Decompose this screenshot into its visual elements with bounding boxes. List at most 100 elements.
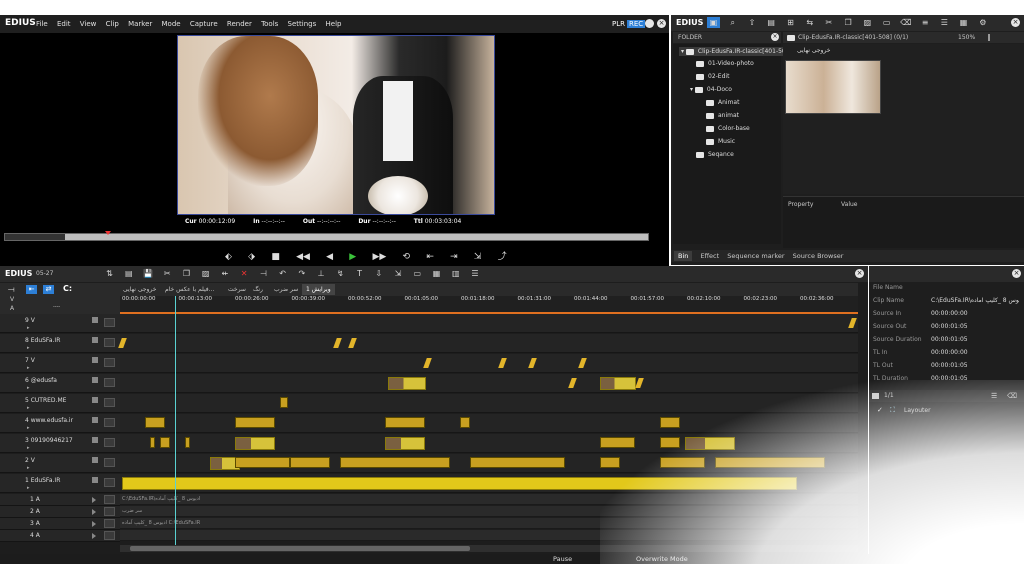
insert-mode-icon[interactable]: ⇤ [26,285,37,294]
split-icon[interactable]: ⊣ [257,268,270,279]
track-sync-icon[interactable] [104,418,115,427]
zoom-level[interactable]: 150% [958,34,975,41]
mixer-icon[interactable]: ⊥ [315,268,328,279]
track-header[interactable]: 3 09190946217 ▸ [0,434,120,453]
audio-clip-label[interactable]: ادیوس 8 _کلیپ آماده C:\EduSFa.IR [122,520,200,526]
scrollbar-thumb[interactable] [130,546,470,551]
track-visibility-icon[interactable] [92,497,96,503]
check-icon[interactable]: ✓ [877,406,883,414]
track-expand-icon[interactable]: ▸ [27,425,30,431]
track-visibility-icon[interactable] [92,477,98,483]
timeline-clip[interactable] [600,457,620,468]
play-icon[interactable]: ▶ [349,252,356,262]
folder-close-icon[interactable]: × [771,33,779,41]
timeline-clip[interactable] [660,457,705,468]
track-visibility-icon[interactable] [92,457,98,463]
timeline-clip[interactable] [460,417,470,428]
menu-capture[interactable]: Capture [190,20,218,28]
timeline-clip[interactable] [235,417,275,428]
audio-track-header[interactable]: 4 A [0,530,120,542]
track-sync-icon[interactable] [104,438,115,447]
timeline-clip[interactable] [122,477,797,490]
track-expand-icon[interactable]: ▸ [27,325,30,331]
copy-icon[interactable]: ❐ [180,268,193,279]
menu-help[interactable]: Help [326,20,342,28]
close-icon[interactable]: × [657,19,666,28]
track-sync-icon[interactable] [104,507,115,516]
replace-icon[interactable]: ⇆ [803,17,816,28]
timeline-clip[interactable] [385,417,425,428]
track-sync-icon[interactable] [104,519,115,528]
undo-icon[interactable]: ↶ [276,268,289,279]
timeline-clip[interactable] [160,437,170,448]
effect-item[interactable]: ✓ ⛶ Layouter [869,404,1024,416]
audio-track-header[interactable]: 1 A [0,494,120,506]
tab-source-browser[interactable]: Source Browser [793,252,844,260]
timeline-clip[interactable] [600,377,636,390]
track-header[interactable]: 7 V ▸ [0,354,120,373]
scrub-bar[interactable] [4,231,649,241]
monitor-icon[interactable]: ▭ [880,17,893,28]
save-icon[interactable]: 💾 [141,268,154,279]
track-visibility-icon[interactable] [92,357,98,363]
tree-item[interactable]: 02-Edit [696,73,729,80]
export-icon[interactable]: ⇲ [474,252,482,262]
menu-render[interactable]: Render [227,20,252,28]
tree-item[interactable]: 01-Video-photo [696,60,754,67]
track-expand-icon[interactable]: ▸ [27,385,30,391]
list-view-icon[interactable]: ☰ [938,17,951,28]
sync-icon[interactable]: ⤴ [498,249,507,262]
track-expand-icon[interactable]: ▸ [27,485,30,491]
tab-sequence-marker[interactable]: Sequence marker [727,252,784,260]
sequence-tab[interactable]: سرخت [228,286,246,293]
menu-marker[interactable]: Marker [128,20,152,28]
stop-icon[interactable]: ■ [271,252,280,262]
plr-label[interactable]: PLR [612,20,625,28]
timeline-close-icon[interactable]: × [855,269,864,278]
track-lane[interactable] [120,414,858,433]
property-icon[interactable]: ≡ [919,17,932,28]
track-lane[interactable] [120,374,858,393]
menu-tools[interactable]: Tools [261,20,278,28]
track-sync-icon[interactable] [104,478,115,487]
track-lane[interactable] [120,314,858,333]
audio-track-header[interactable]: 3 A [0,518,120,530]
sequence-icon[interactable]: ⇅ [103,268,116,279]
search-icon[interactable]: ⌕ [726,17,739,28]
track-expand-icon[interactable]: ▸ [27,445,30,451]
track-header[interactable]: 6 @edusfa ▸ [0,374,120,393]
thumbnail-view-icon[interactable]: ▦ [957,17,970,28]
rec-label[interactable]: REC [627,20,646,28]
view-icon[interactable]: ▭ [411,268,424,279]
timeline-clip[interactable] [340,457,450,468]
audio-clip-label[interactable]: C:\EduSFa.IR\ادیوس 8 _کلیپ آماده [122,496,200,502]
track-header[interactable]: 2 V ▸ [0,454,120,473]
render-icon[interactable]: ⇲ [392,268,405,279]
ripple-delete-icon[interactable]: ⇷ [218,268,231,279]
layout-icon[interactable]: ▥ [449,268,462,279]
track-sync-icon[interactable] [104,378,115,387]
track-sync-icon[interactable] [104,495,115,504]
c-mode-icon[interactable]: C: [63,284,72,293]
info-close-icon[interactable]: × [1012,269,1021,278]
timeline-clip[interactable] [388,377,426,390]
track-visibility-icon[interactable] [92,509,96,515]
tree-item[interactable]: Music [706,138,735,145]
multicam-icon[interactable]: ▦ [430,268,443,279]
import-icon[interactable]: ⇩ [372,268,385,279]
track-sync-icon[interactable] [104,358,115,367]
menu-file[interactable]: File [36,20,48,28]
track-visibility-icon[interactable] [92,377,98,383]
audio-lane[interactable] [120,530,858,541]
track-select-arrow[interactable]: ---- [53,304,60,310]
set-in-icon[interactable]: ⬖ [225,252,232,262]
minimize-icon[interactable] [645,19,654,28]
track-visibility-icon[interactable] [92,437,98,443]
audio-track-header[interactable]: 2 A [0,506,120,518]
track-expand-icon[interactable]: ▸ [27,405,30,411]
sequence-tab[interactable]: فیلم با عکس خام... [165,286,214,293]
fast-forward-icon[interactable]: ▶▶ [372,252,386,262]
bin-close-icon[interactable]: × [1011,18,1020,27]
sequence-tab[interactable]: سر ضرب [274,286,298,293]
track-expand-icon[interactable]: ▸ [27,465,30,471]
